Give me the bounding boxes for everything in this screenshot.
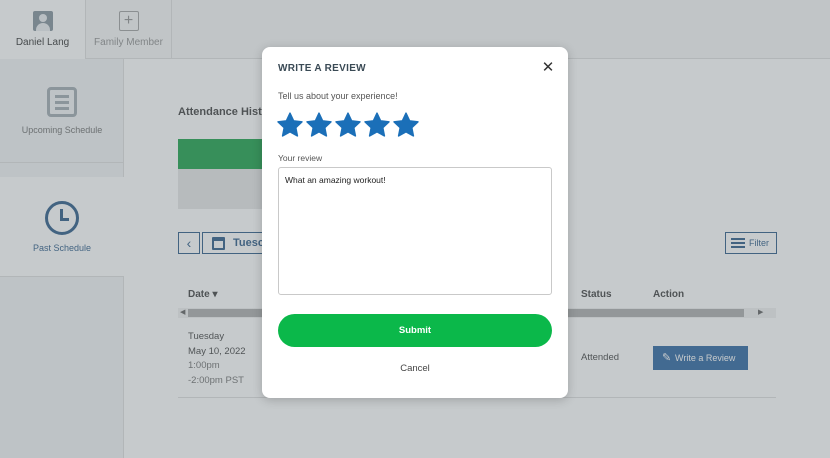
review-label: Your review [278, 153, 323, 163]
cancel-button[interactable]: Cancel [380, 363, 450, 377]
review-textarea[interactable]: What an amazing workout! [278, 167, 552, 295]
star-icon[interactable] [276, 111, 304, 139]
modal-prompt: Tell us about your experience! [278, 91, 398, 101]
page: Daniel Lang + Family Member Upcoming Sch… [0, 0, 830, 458]
star-icon[interactable] [363, 111, 391, 139]
star-rating[interactable] [276, 111, 421, 139]
close-icon[interactable]: ✕ [540, 60, 556, 76]
star-icon[interactable] [392, 111, 420, 139]
modal-title: WRITE A REVIEW [278, 63, 366, 74]
star-icon[interactable] [334, 111, 362, 139]
star-icon[interactable] [305, 111, 333, 139]
submit-button[interactable]: Submit [278, 314, 552, 347]
write-review-modal: WRITE A REVIEW ✕ Tell us about your expe… [262, 47, 568, 398]
